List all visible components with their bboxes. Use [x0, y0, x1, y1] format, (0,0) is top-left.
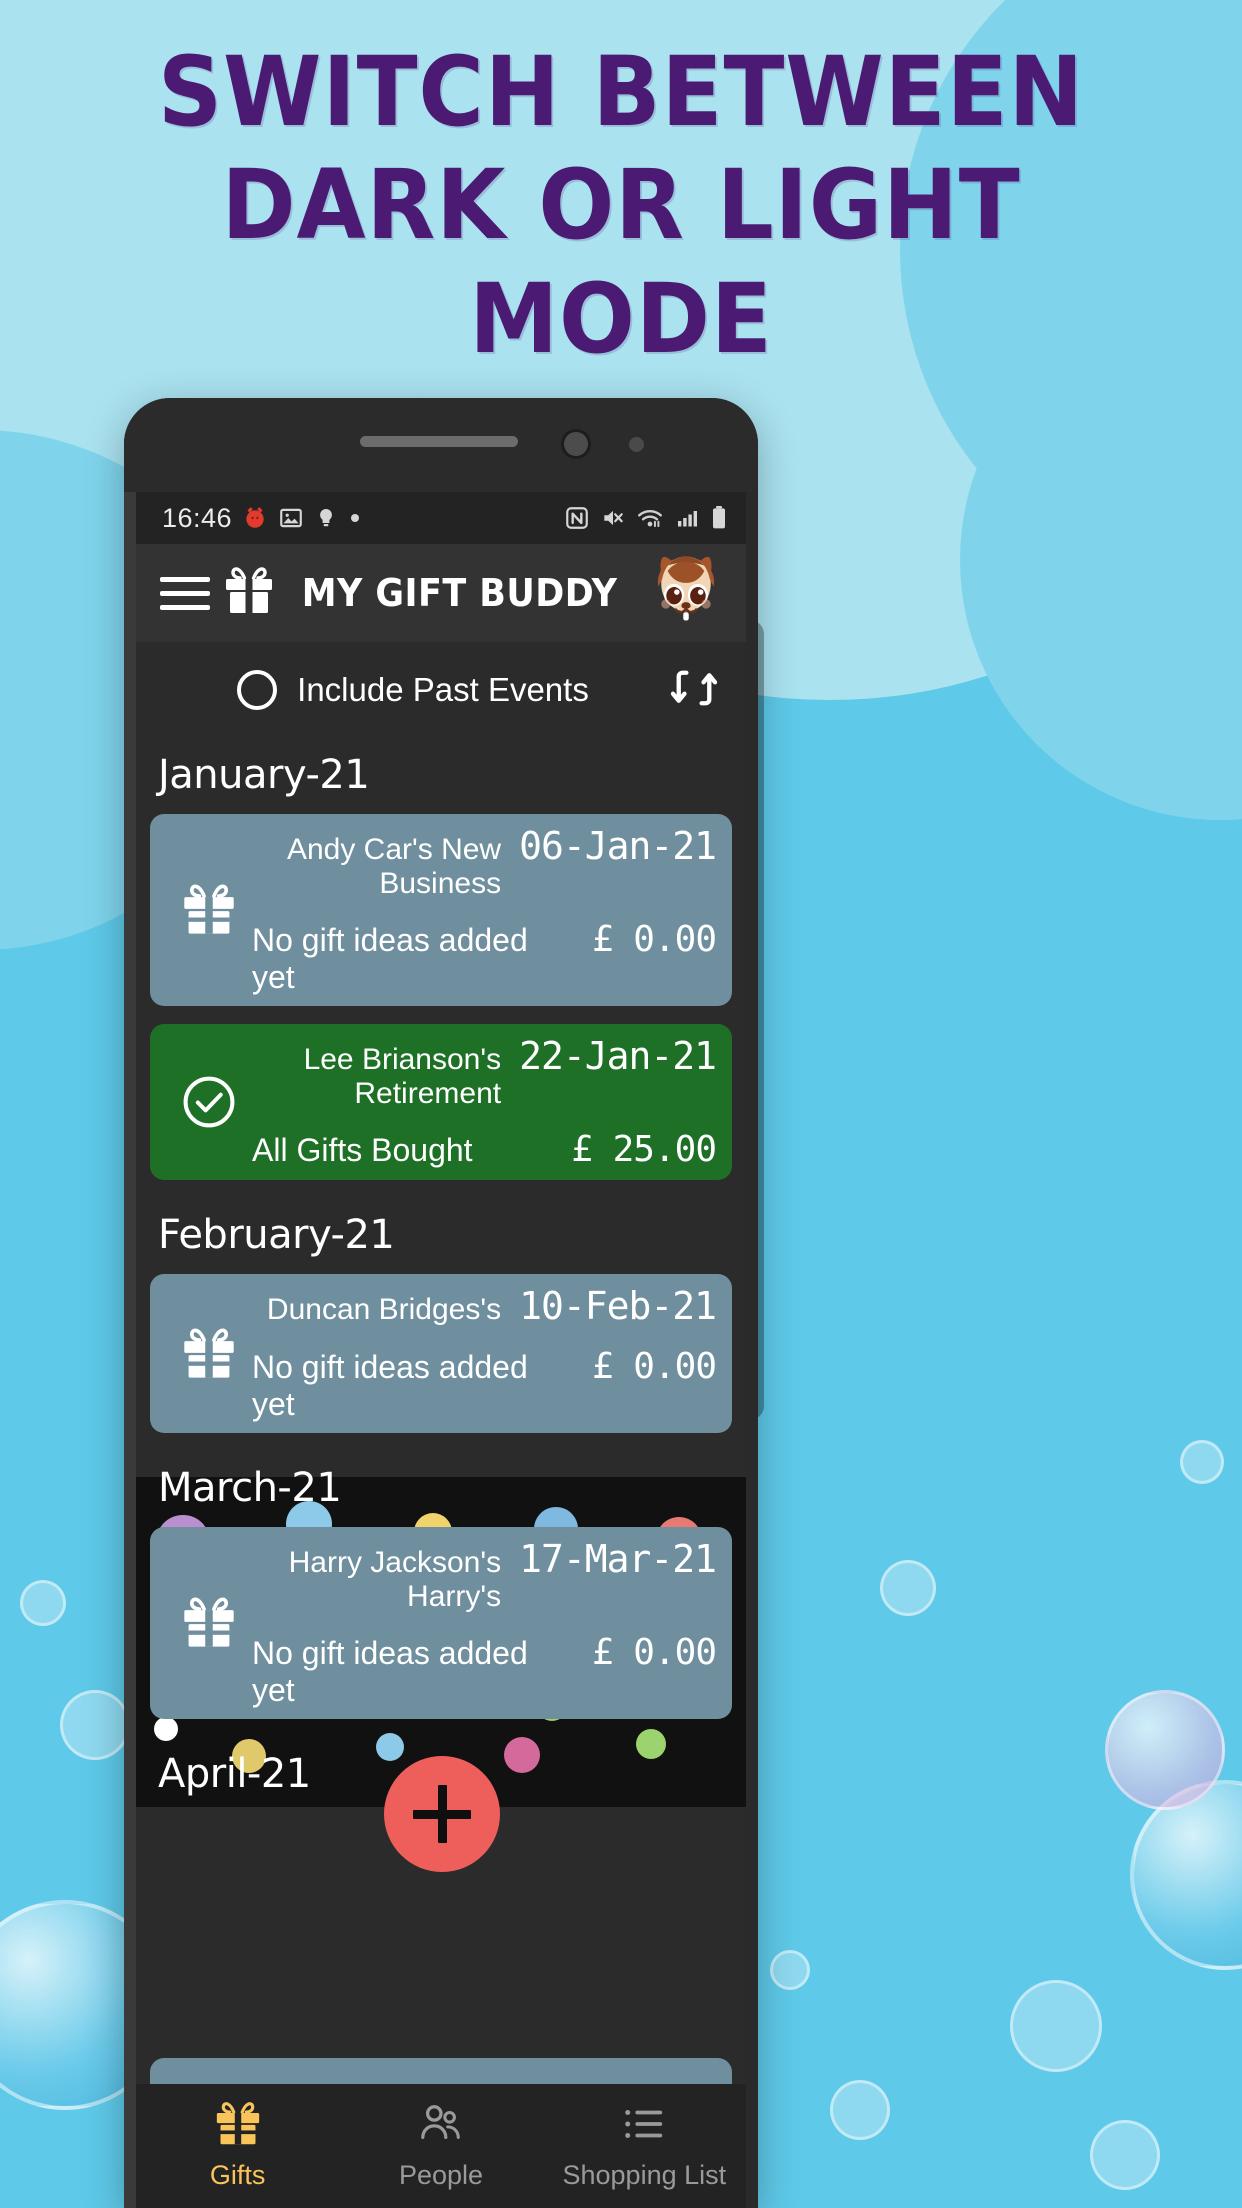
event-title: Lee Brianson's Retirement — [303, 1043, 502, 1110]
event-date: 17-Mar-21 — [519, 1537, 717, 1581]
plus-icon — [437, 1785, 447, 1843]
wifi-icon — [636, 505, 664, 531]
event-amount: £ 0.00 — [591, 1346, 717, 1387]
event-title: Andy Car's New Business — [286, 833, 502, 900]
event-subtitle: No gift ideas added yet — [252, 1635, 528, 1708]
proximity-sensor-icon — [629, 437, 644, 452]
event-card-body: Harry Jackson's Harry's 17-Mar-21 No gif… — [252, 1537, 717, 1709]
mute-icon — [600, 505, 626, 531]
earpiece-speaker — [360, 436, 518, 447]
event-subtitle: No gift ideas added yet — [252, 1349, 528, 1422]
phone-mockup: 16:46 MY GIFT BUDDY Include Past Events … — [124, 398, 758, 2208]
gift-icon — [166, 1596, 252, 1650]
events-list[interactable]: January-21 Andy Car's New Business 06-Ja… — [136, 738, 746, 1807]
event-amount: £ 0.00 — [591, 1632, 717, 1673]
check-circle-icon — [166, 1073, 252, 1131]
events-list-content: January-21 Andy Car's New Business 06-Ja… — [136, 738, 746, 1807]
status-clock: 16:46 — [162, 502, 233, 533]
nav-item-gifts[interactable]: Gifts — [136, 2101, 339, 2191]
gift-icon — [213, 2101, 263, 2152]
gift-icon — [166, 1327, 252, 1381]
bottom-navigation: Gifts People Shopping List — [136, 2084, 746, 2208]
event-card-body: Duncan Bridges's 10-Feb-21 No gift ideas… — [252, 1284, 717, 1423]
sort-swap-icon[interactable] — [666, 660, 722, 721]
status-bar: 16:46 — [136, 492, 746, 544]
event-card-body: Andy Car's New Business 06-Jan-21 No gif… — [252, 824, 717, 996]
event-amount: £ 25.00 — [571, 1129, 717, 1170]
nav-label-gifts: Gifts — [209, 2160, 266, 2190]
people-icon — [416, 2101, 466, 2152]
front-camera-icon — [561, 429, 591, 459]
list-icon — [619, 2101, 669, 2152]
app-brand: MY GIFT BUDDY — [214, 566, 640, 621]
app-title: MY GIFT BUDDY — [302, 571, 618, 615]
image-icon — [278, 505, 304, 531]
event-date: 06-Jan-21 — [519, 824, 717, 868]
headline-line-2: Dark or Light — [221, 149, 1021, 262]
include-past-events-label: Include Past Events — [297, 671, 589, 708]
event-subtitle: No gift ideas added yet — [252, 922, 528, 995]
event-card[interactable]: Harry Jackson's Harry's 17-Mar-21 No gif… — [150, 1527, 732, 1719]
event-date: 10-Feb-21 — [519, 1284, 717, 1328]
nav-item-shopping-list[interactable]: Shopping List — [543, 2101, 746, 2191]
filter-bar: Include Past Events — [136, 642, 746, 738]
nfc-icon — [564, 505, 590, 531]
alarm-icon — [242, 505, 268, 531]
event-card[interactable]: Andy Car's New Business 06-Jan-21 No gif… — [150, 814, 732, 1006]
event-subtitle: All Gifts Bought — [252, 1132, 473, 1168]
nav-label-people: People — [398, 2160, 484, 2190]
app-bar: MY GIFT BUDDY — [136, 544, 746, 642]
gift-icon — [222, 566, 276, 621]
radio-unchecked-icon[interactable] — [237, 670, 278, 710]
gift-icon — [166, 883, 252, 937]
event-card[interactable]: Lee Brianson's Retirement 22-Jan-21 All … — [150, 1024, 732, 1180]
promo-screenshot: Switch Between Dark or Light Mode 16:46 — [0, 0, 1242, 2208]
signal-icon — [674, 506, 700, 530]
event-title: Harry Jackson's Harry's — [288, 1546, 502, 1613]
event-card[interactable]: Duncan Bridges's 10-Feb-21 No gift ideas… — [150, 1274, 732, 1433]
phone-top-bezel — [124, 398, 758, 492]
month-header: March-21 — [158, 1465, 342, 1511]
event-title: Duncan Bridges's — [266, 1293, 502, 1326]
bulb-icon — [314, 506, 338, 530]
add-event-fab[interactable] — [384, 1756, 500, 1872]
include-past-events-toggle[interactable]: Include Past Events — [160, 670, 666, 710]
nav-item-people[interactable]: People — [339, 2101, 542, 2191]
event-date: 22-Jan-21 — [519, 1034, 717, 1078]
headline-line-1: Switch Between — [157, 36, 1085, 148]
month-header: January-21 — [158, 752, 370, 798]
event-card-body: Lee Brianson's Retirement 22-Jan-21 All … — [252, 1034, 717, 1170]
event-amount: £ 0.00 — [591, 919, 717, 960]
dot-icon — [348, 511, 362, 525]
battery-icon — [710, 505, 728, 531]
squirrel-avatar-icon[interactable] — [640, 549, 732, 637]
nav-label-shopping-list: Shopping List — [562, 2160, 727, 2190]
event-card-partial[interactable] — [150, 2058, 732, 2084]
hamburger-menu-icon[interactable] — [156, 571, 214, 616]
phone-screen: 16:46 MY GIFT BUDDY Include Past Events … — [136, 492, 746, 2208]
promo-headline: Switch Between Dark or Light Mode — [43, 36, 1198, 376]
month-header: February-21 — [158, 1212, 395, 1258]
headline-line-3: Mode — [469, 262, 773, 375]
